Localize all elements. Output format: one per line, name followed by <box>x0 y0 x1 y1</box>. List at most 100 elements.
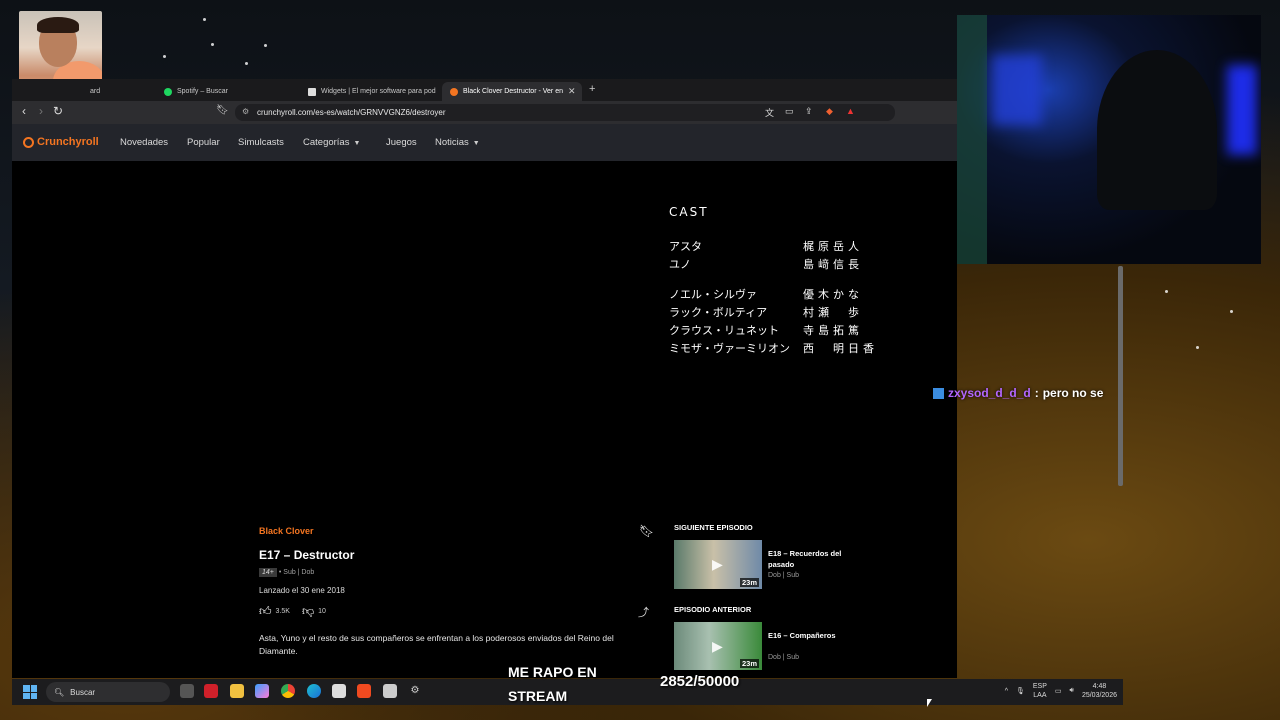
nav-categorias[interactable]: Categorías ▼ <box>303 137 360 148</box>
close-icon[interactable]: ✕ <box>568 86 576 97</box>
chrome-icon[interactable] <box>281 684 295 698</box>
tab-crunchyroll[interactable]: Black Clover Destructor - Ver en ✕ <box>442 82 582 101</box>
network-icon[interactable]: ▭ <box>1055 687 1062 695</box>
next-episode-thumbnail[interactable]: ▶ 23m <box>674 540 762 589</box>
reload-icon[interactable]: ↻ <box>50 104 66 118</box>
background-star <box>203 18 206 21</box>
likes-count: 3.5K <box>275 608 290 615</box>
address-bar-row: ‹ › ↻ 🔖︎ ⚙ crunchyroll.com/es-es/watch/G… <box>12 101 957 124</box>
nav-novedades[interactable]: Novedades <box>120 137 168 148</box>
credits-title: CAST <box>669 205 709 219</box>
video-player[interactable]: CAST アスタ 梶原岳人 ユノ 島﨑信長 ノエル・シルヴァ 優木かな ラック・ボルテ… <box>12 161 957 506</box>
credit-row: ミモザ・ヴァーミリオン西 明日香 <box>669 342 878 355</box>
chat-badge-icon <box>933 387 944 399</box>
previous-episode-heading: EPISODIO ANTERIOR <box>674 605 752 614</box>
thumbs-down-icon[interactable]: 👎︎ <box>302 604 314 619</box>
age-rating-badge: 14+ <box>259 568 277 577</box>
translate-icon[interactable]: 文 <box>765 106 774 119</box>
dislikes-count: 10 <box>318 608 326 615</box>
tab-label: Black Clover Destructor - Ver en <box>463 88 563 95</box>
tab-widgets[interactable]: Widgets | El mejor software para pod <box>300 82 440 101</box>
share-icon[interactable]: ⤴ <box>638 604 649 620</box>
crunchyroll-logo-text: Crunchyroll <box>37 136 99 148</box>
previous-episode-thumbnail[interactable]: ▶ 23m <box>674 622 762 670</box>
scrollbar[interactable] <box>1118 266 1123 486</box>
background-star <box>1165 290 1168 293</box>
brave-rewards-icon[interactable]: ▲ <box>846 106 855 116</box>
store-icon[interactable] <box>332 684 346 698</box>
brave-shield-icon[interactable]: ◆ <box>826 106 833 117</box>
windows-start-icon[interactable] <box>23 685 37 699</box>
next-episode-heading: SIGUIENTE EPISODIO <box>674 523 753 532</box>
copilot-icon[interactable] <box>255 684 269 698</box>
edge-icon[interactable] <box>307 684 321 698</box>
chevron-up-icon[interactable]: ^ <box>1005 688 1008 695</box>
credit-row: アスタ 梶原岳人 <box>669 240 863 253</box>
next-episode-meta: Dob | Sub <box>768 572 800 579</box>
chevron-down-icon: ▼ <box>353 140 361 147</box>
url-text: crunchyroll.com/es-es/watch/GRNVVGNZ6/de… <box>257 108 446 117</box>
nav-noticias[interactable]: Noticias ▼ <box>435 137 480 148</box>
stream-goal-line1: ME RAPO EN <box>508 664 597 680</box>
task-view-icon[interactable] <box>180 684 194 698</box>
chat-username: zxysod_d_d_d <box>948 386 1031 400</box>
episode-details: Black Clover E17 – Destructor 14+ • Sub … <box>12 506 957 678</box>
tab-label: Spotify – Buscar <box>177 88 228 95</box>
ending-credits: CAST アスタ 梶原岳人 ユノ 島﨑信長 ノエル・シルヴァ 優木かな ラック・ボルテ… <box>669 205 878 358</box>
thumbs-up-icon[interactable]: 👍︎ <box>259 604 272 619</box>
bookmark-icon[interactable]: 🔖︎ <box>216 105 229 116</box>
tab-spotify[interactable]: Spotify – Buscar <box>156 82 296 101</box>
spotify-icon <box>164 87 172 96</box>
system-tray: ^ 🎙︎ ESP LAA ▭ 🔊︎ 4:48 25/03/2026 <box>1005 682 1117 700</box>
crunchyroll-logo[interactable]: Crunchyroll <box>23 136 99 148</box>
back-icon[interactable]: ‹ <box>16 104 32 118</box>
settings-icon[interactable]: ⚙ <box>408 684 422 698</box>
site-settings-icon[interactable]: ⚙ <box>242 107 249 116</box>
nav-juegos[interactable]: Juegos <box>386 137 417 148</box>
roblox-icon[interactable] <box>383 684 397 698</box>
search-placeholder: Buscar <box>70 687 96 697</box>
play-icon: ▶ <box>712 638 723 654</box>
nav-categorias-label: Categorías <box>303 137 350 148</box>
credit-row: ユノ 島﨑信長 <box>669 258 863 271</box>
taskbar-search[interactable]: 🔍︎ Buscar <box>46 682 170 702</box>
bookmark-icon[interactable]: 🔖︎ <box>639 524 654 538</box>
previous-episode-title[interactable]: E16 – Compañeros <box>768 630 858 641</box>
chevron-down-icon: ▼ <box>472 140 480 147</box>
share-page-icon[interactable]: ⇪ <box>805 106 813 117</box>
cast-icon[interactable]: ▭ <box>785 106 794 117</box>
stream-goal-label: ME RAPO EN STREAM <box>508 660 597 708</box>
search-icon: 🔍︎ <box>54 687 65 697</box>
previous-episode-meta: Dob | Sub <box>768 654 800 661</box>
mouse-cursor <box>927 699 932 707</box>
tab-dashboard[interactable]: ard <box>82 82 157 101</box>
forward-icon[interactable]: › <box>33 104 49 118</box>
crunchyroll-tab-icon <box>450 87 458 96</box>
url-field[interactable]: ⚙ crunchyroll.com/es-es/watch/GRNVVGNZ6/… <box>235 104 895 121</box>
credit-row: ラック・ボルティア 村瀬 歩 <box>669 306 863 319</box>
microphone-icon[interactable]: 🎙︎ <box>1016 687 1025 695</box>
background-star <box>1196 346 1199 349</box>
crunchyroll-nav: Crunchyroll Novedades Popular Simulcasts… <box>12 124 957 161</box>
file-explorer-icon[interactable] <box>230 684 244 698</box>
nav-popular[interactable]: Popular <box>187 137 220 148</box>
stream-goal-line2: STREAM <box>508 688 568 704</box>
clock[interactable]: 4:48 25/03/2026 <box>1082 682 1117 700</box>
tab-label: ard <box>90 88 101 95</box>
credit-row: ノエル・シルヴァ 優木かな <box>669 288 863 301</box>
play-icon: ▶ <box>712 556 723 572</box>
credit-row: クラウス・リュネット 寺島拓篤 <box>669 324 863 337</box>
nav-simulcasts[interactable]: Simulcasts <box>238 137 284 148</box>
next-episode-title[interactable]: E18 – Recuerdos del pasado <box>768 548 858 570</box>
language-indicator[interactable]: ESP LAA <box>1033 682 1047 700</box>
app-red-icon[interactable] <box>204 684 218 698</box>
brave-icon[interactable] <box>357 684 371 698</box>
chat-separator: : <box>1034 386 1039 400</box>
goal-counter: 2852/50000 <box>660 673 740 690</box>
new-tab-button[interactable]: + <box>589 83 595 95</box>
series-link[interactable]: Black Clover <box>259 526 314 536</box>
browser-window: ard Spotify – Buscar Widgets | El mejor … <box>12 79 957 161</box>
crunchyroll-logo-icon <box>23 136 34 148</box>
volume-icon[interactable]: 🔊︎ <box>1070 687 1074 695</box>
duration-badge: 23m <box>739 659 759 668</box>
